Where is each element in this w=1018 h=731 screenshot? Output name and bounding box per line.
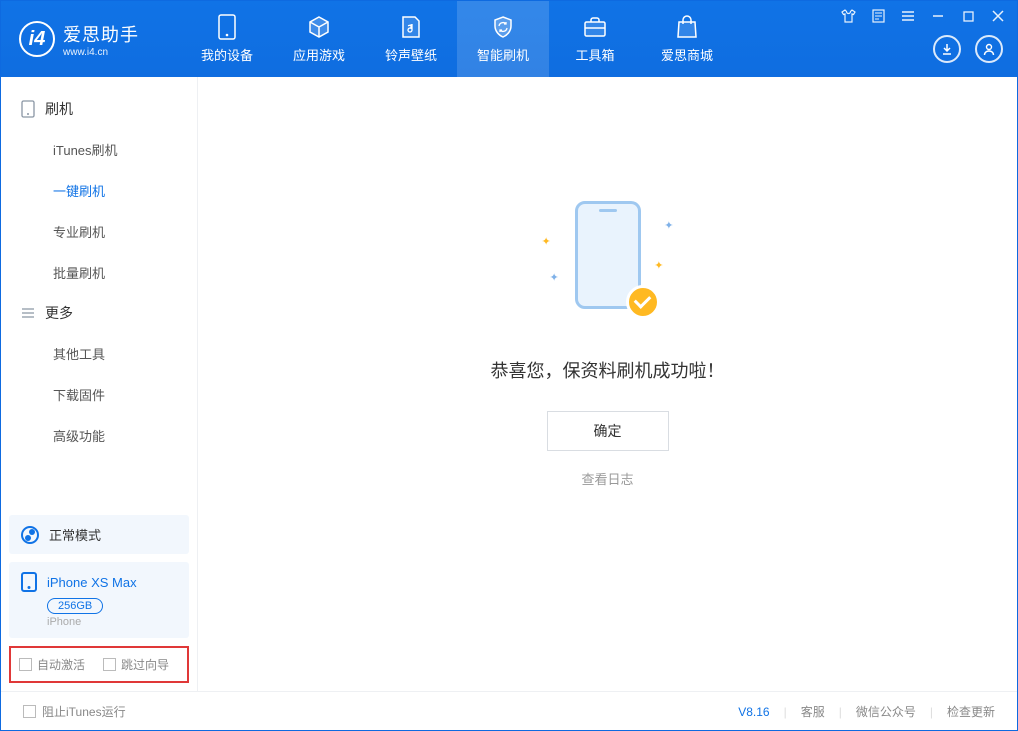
menu-icon[interactable] <box>897 5 919 27</box>
sparkle-icon: ✦ <box>542 235 551 248</box>
sidebar-group-more: 更多 <box>1 293 197 333</box>
sparkle-icon: ✦ <box>664 219 673 232</box>
checkbox-skip-guide[interactable]: 跳过向导 <box>103 656 169 673</box>
checkbox-auto-activate[interactable]: 自动激活 <box>19 656 85 673</box>
phone-icon <box>215 15 239 39</box>
device-type: iPhone <box>47 616 177 628</box>
note-icon[interactable] <box>867 5 889 27</box>
app-url: www.i4.cn <box>63 47 139 58</box>
status-bar: 阻止iTunes运行 V8.16 | 客服 | 微信公众号 | 检查更新 <box>1 691 1017 731</box>
support-link[interactable]: 客服 <box>801 703 825 720</box>
checkbox-icon <box>103 658 116 671</box>
main-content: ✦ ✦ ✦ ✦ 恭喜您，保资料刷机成功啦！ 确定 查看日志 <box>198 77 1017 691</box>
device-capacity: 256GB <box>47 598 103 614</box>
mode-label: 正常模式 <box>49 525 101 544</box>
main-tabs: 我的设备 应用游戏 铃声壁纸 智能刷机 工具箱 爱思商城 <box>181 1 733 77</box>
bag-icon <box>675 15 699 39</box>
shirt-icon[interactable] <box>837 5 859 27</box>
success-check-icon <box>626 285 660 319</box>
check-update-link[interactable]: 检查更新 <box>947 703 995 720</box>
sparkle-icon: ✦ <box>654 259 663 272</box>
sidebar-item-other-tools[interactable]: 其他工具 <box>1 333 197 374</box>
sidebar-item-onekey-flash[interactable]: 一键刷机 <box>1 170 197 211</box>
music-file-icon <box>399 15 423 39</box>
sidebar-item-pro-flash[interactable]: 专业刷机 <box>1 211 197 252</box>
device-icon <box>21 100 35 118</box>
app-logo: i4 爱思助手 www.i4.cn <box>1 1 181 77</box>
view-log-link[interactable]: 查看日志 <box>581 469 633 488</box>
checkbox-icon <box>19 658 32 671</box>
sidebar-item-advanced[interactable]: 高级功能 <box>1 415 197 456</box>
window-controls <box>837 5 1009 27</box>
wechat-link[interactable]: 微信公众号 <box>856 703 916 720</box>
tab-store[interactable]: 爱思商城 <box>641 1 733 77</box>
tab-flash[interactable]: 智能刷机 <box>457 1 549 77</box>
device-card[interactable]: iPhone XS Max 256GB iPhone <box>9 562 189 638</box>
mode-card[interactable]: 正常模式 <box>9 515 189 554</box>
sidebar-group-flash: 刷机 <box>1 89 197 129</box>
close-button[interactable] <box>987 5 1009 27</box>
device-name: iPhone XS Max <box>47 575 137 590</box>
tab-toolbox[interactable]: 工具箱 <box>549 1 641 77</box>
success-illustration: ✦ ✦ ✦ ✦ <box>528 201 688 331</box>
refresh-shield-icon <box>491 15 515 39</box>
sparkle-icon: ✦ <box>550 271 559 284</box>
logo-icon: i4 <box>19 21 55 57</box>
tab-ringtones[interactable]: 铃声壁纸 <box>365 1 457 77</box>
checkbox-highlight-box: 自动激活 跳过向导 <box>9 646 189 683</box>
app-name: 爱思助手 <box>63 21 139 47</box>
ok-button[interactable]: 确定 <box>547 411 669 451</box>
version-label: V8.16 <box>738 705 769 719</box>
minimize-button[interactable] <box>927 5 949 27</box>
header-actions <box>933 35 1003 63</box>
device-phone-icon <box>21 572 37 592</box>
title-bar: i4 爱思助手 www.i4.cn 我的设备 应用游戏 铃声壁纸 智能刷机 工具… <box>1 1 1017 77</box>
cube-icon <box>307 15 331 39</box>
sidebar-item-itunes-flash[interactable]: iTunes刷机 <box>1 129 197 170</box>
tab-my-device[interactable]: 我的设备 <box>181 1 273 77</box>
briefcase-icon <box>583 15 607 39</box>
sidebar-item-download-firmware[interactable]: 下载固件 <box>1 374 197 415</box>
sidebar: 刷机 iTunes刷机 一键刷机 专业刷机 批量刷机 更多 其他工具 下载固件 … <box>1 77 198 691</box>
checkbox-icon <box>23 705 36 718</box>
list-icon <box>21 307 35 319</box>
maximize-button[interactable] <box>957 5 979 27</box>
success-message: 恭喜您，保资料刷机成功啦！ <box>491 357 725 383</box>
user-button[interactable] <box>975 35 1003 63</box>
checkbox-block-itunes[interactable]: 阻止iTunes运行 <box>23 703 126 720</box>
sidebar-item-batch-flash[interactable]: 批量刷机 <box>1 252 197 293</box>
download-button[interactable] <box>933 35 961 63</box>
tab-apps[interactable]: 应用游戏 <box>273 1 365 77</box>
mode-icon <box>21 526 39 544</box>
